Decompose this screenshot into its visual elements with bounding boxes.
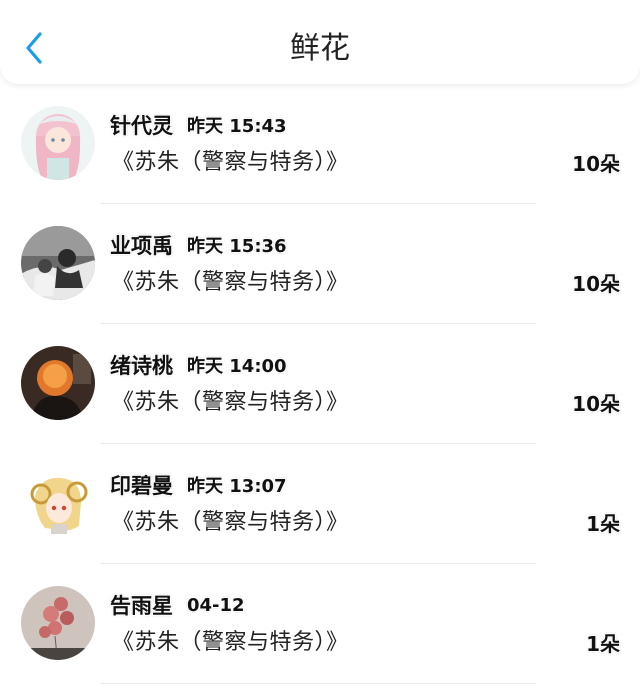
avatar[interactable] [21, 586, 95, 660]
flower-count: 10朵 [572, 152, 620, 176]
avatar[interactable] [21, 106, 95, 180]
book-title[interactable]: 《苏朱（警察与特务）》 [112, 504, 349, 536]
bw-photo-avatar-icon [21, 226, 95, 300]
book-title[interactable]: 《苏朱（警察与特务）》 [112, 384, 349, 416]
list-item: 绪诗桃 昨天 14:00 《苏朱（警察与特务）》 10朵 [0, 324, 640, 444]
flower-count: 10朵 [572, 392, 620, 416]
meta-line: 业项禹 昨天 15:36 [110, 230, 287, 260]
avatar[interactable] [21, 466, 95, 540]
flower-count: 1朵 [586, 632, 620, 656]
book-title[interactable]: 《苏朱（警察与特务）》 [112, 624, 349, 656]
divider [100, 683, 536, 684]
header-bar: 鲜花 [0, 0, 640, 84]
balloons-avatar-icon [21, 586, 95, 660]
anime-blonde-avatar-icon [21, 466, 95, 540]
list-item: 针代灵 昨天 15:43 《苏朱（警察与特务）》 10朵 [0, 84, 640, 204]
list-item: 业项禹 昨天 15:36 《苏朱（警察与特务）》 10朵 [0, 204, 640, 324]
book-title[interactable]: 《苏朱（警察与特务）》 [112, 144, 349, 176]
user-name[interactable]: 业项禹 [110, 230, 173, 260]
timestamp: 昨天 14:00 [187, 356, 287, 377]
orange-hair-avatar-icon [21, 346, 95, 420]
book-title[interactable]: 《苏朱（警察与特务）》 [112, 264, 349, 296]
list-item: 告雨星 04-12 《苏朱（警察与特务）》 1朵 [0, 564, 640, 684]
user-name[interactable]: 印碧曼 [110, 470, 173, 500]
flower-count: 10朵 [572, 272, 620, 296]
list-item: 印碧曼 昨天 13:07 《苏朱（警察与特务）》 1朵 [0, 444, 640, 564]
avatar[interactable] [21, 346, 95, 420]
meta-line: 印碧曼 昨天 13:07 [110, 470, 287, 500]
flower-count: 1朵 [586, 512, 620, 536]
timestamp: 昨天 13:07 [187, 476, 287, 497]
meta-line: 绪诗桃 昨天 14:00 [110, 350, 287, 380]
page-title: 鲜花 [290, 31, 350, 66]
anime-girl-avatar-icon [21, 106, 95, 180]
timestamp: 昨天 15:36 [187, 236, 287, 257]
timestamp: 04-12 [187, 594, 245, 616]
timestamp: 昨天 15:43 [187, 116, 287, 137]
flower-list: 针代灵 昨天 15:43 《苏朱（警察与特务）》 10朵 业项禹 昨天 15:3… [0, 84, 640, 684]
user-name[interactable]: 告雨星 [110, 590, 173, 620]
user-name[interactable]: 针代灵 [110, 110, 173, 140]
user-name[interactable]: 绪诗桃 [110, 350, 173, 380]
meta-line: 告雨星 04-12 [110, 590, 245, 620]
meta-line: 针代灵 昨天 15:43 [110, 110, 287, 140]
avatar[interactable] [21, 226, 95, 300]
